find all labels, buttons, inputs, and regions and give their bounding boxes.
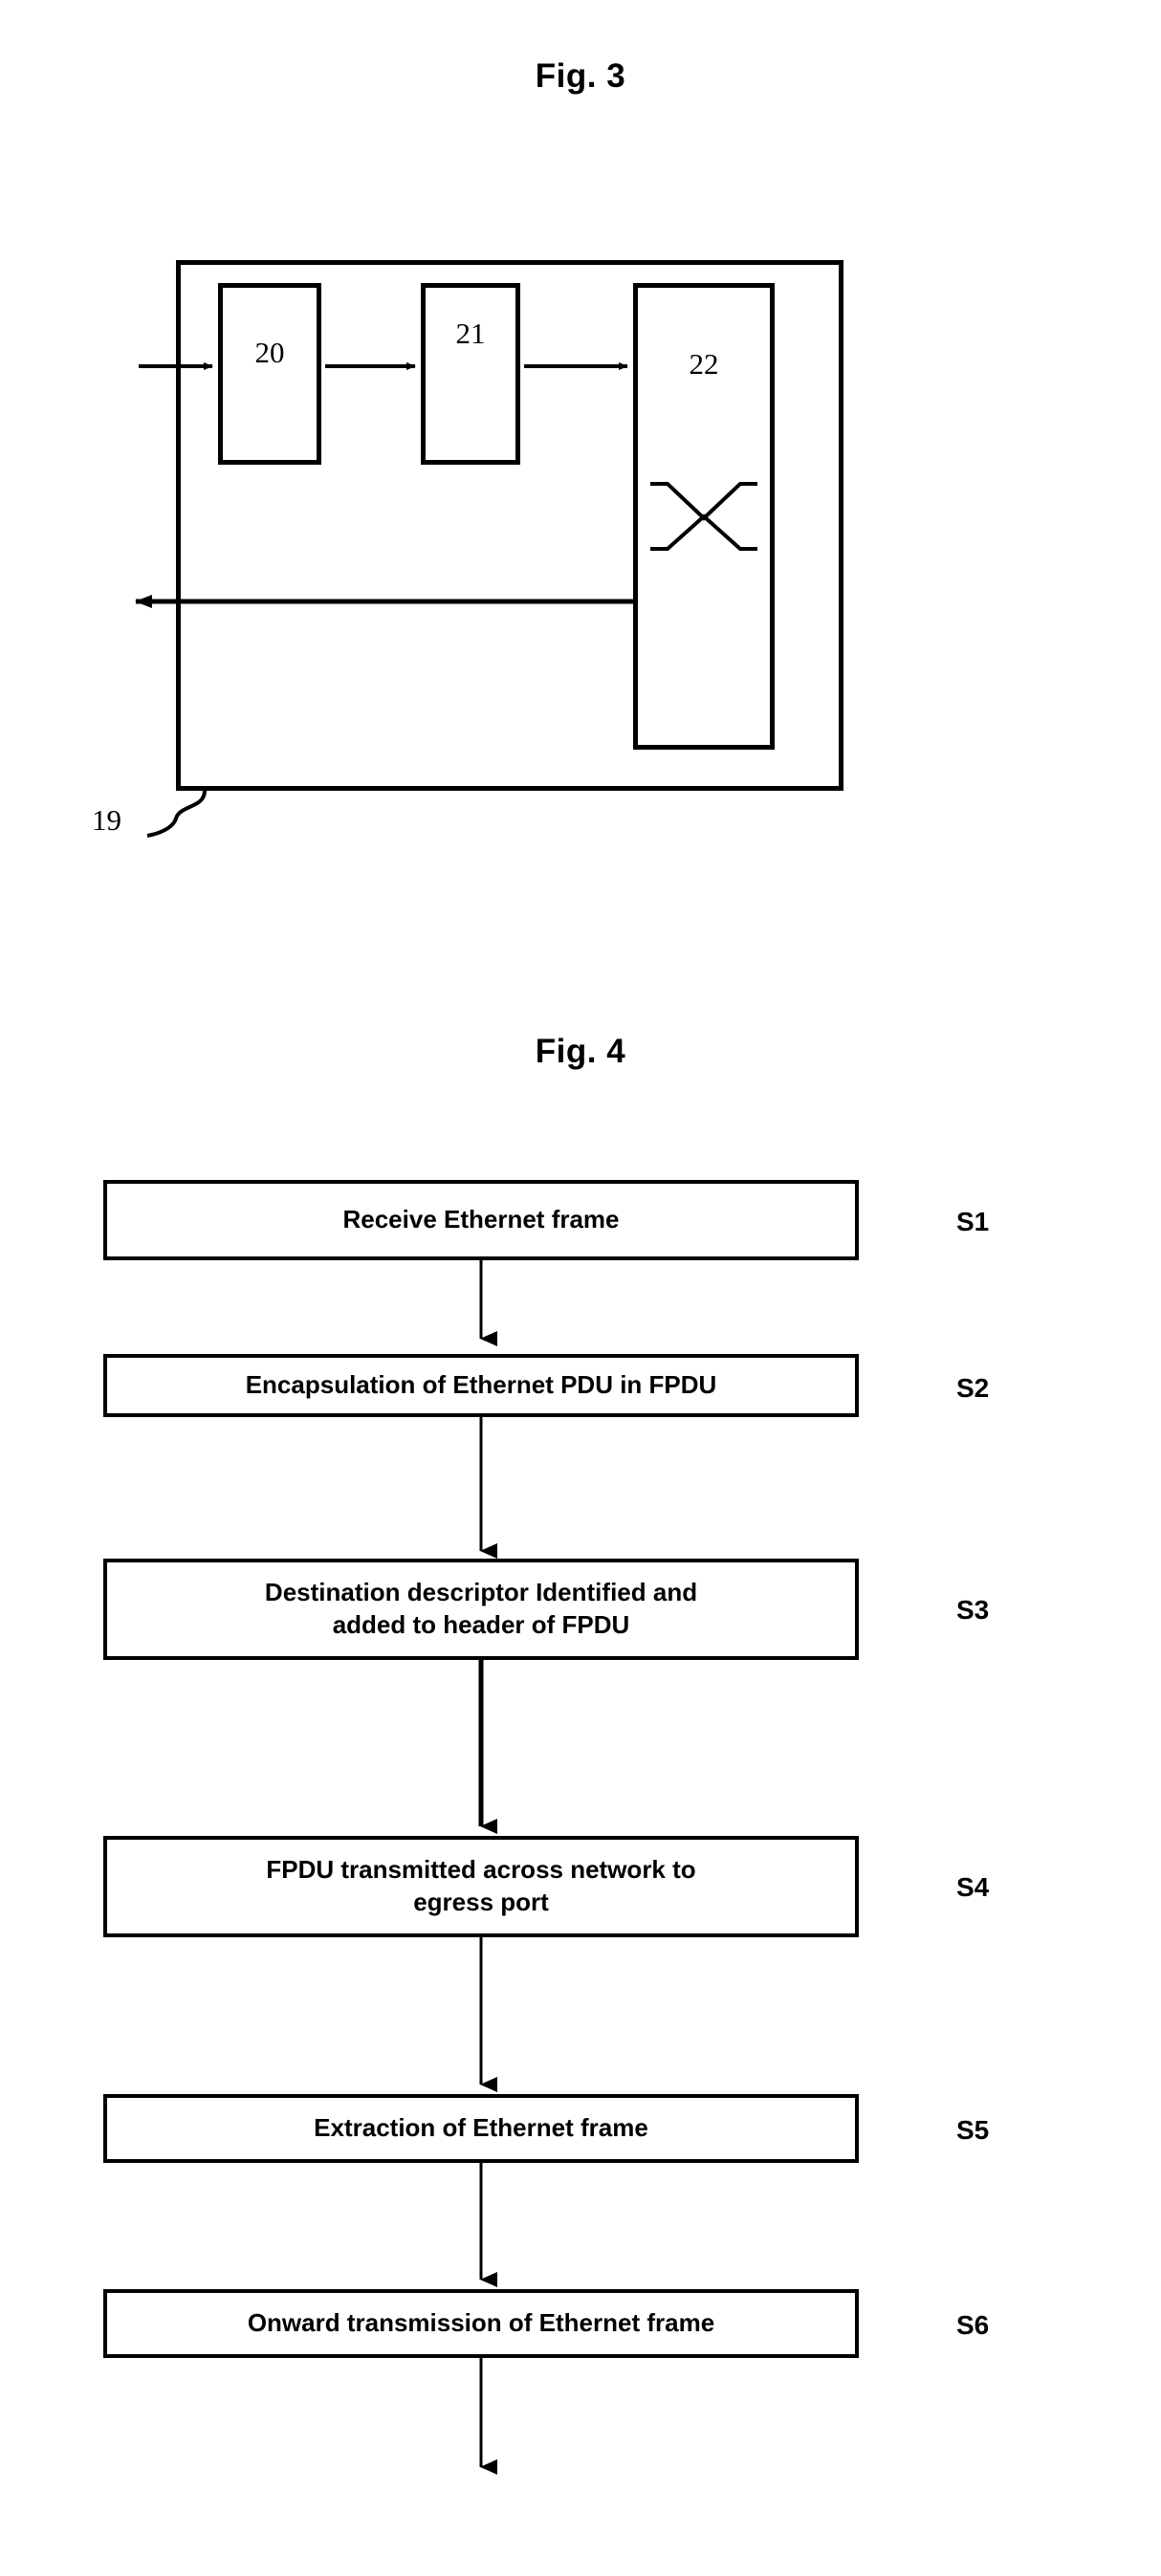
figure-4-step-label-s1: S1 xyxy=(956,1207,990,1236)
figure-4-step-box-s3: Destination descriptor Identified and ad… xyxy=(103,1559,859,1660)
figure-4-step-text-s1: Receive Ethernet frame xyxy=(342,1205,620,1234)
figure-4-step-text-s6: Onward transmission of Ethernet frame xyxy=(247,2308,715,2338)
figure-4-step-box-s1: Receive Ethernet frame xyxy=(103,1180,859,1260)
figure-4-step-box-s6: Onward transmission of Ethernet frame xyxy=(103,2289,859,2358)
figure-4-connectors xyxy=(478,1260,497,2475)
figure-4-step-text-s4: FPDU transmitted across network to egres… xyxy=(266,1855,696,1916)
figure-4-step-text-s3: Destination descriptor Identified and ad… xyxy=(264,1578,698,1639)
figure-4-step-box-s5: Extraction of Ethernet frame xyxy=(103,2094,859,2163)
figure-4-title: Fig. 4 xyxy=(535,1033,626,1070)
figure-4-step-label-s3: S3 xyxy=(956,1595,990,1625)
figure-4-step-text-s5: Extraction of Ethernet frame xyxy=(314,2113,648,2143)
figure-4-step-label-s2: S2 xyxy=(956,1373,990,1403)
figure-4-step-text-s2: Encapsulation of Ethernet PDU in FPDU xyxy=(245,1370,717,1400)
figure-4-step-label-s5: S5 xyxy=(956,2115,990,2145)
figure-4-step-label-s6: S6 xyxy=(956,2310,990,2340)
figure-4-step-box-s2: Encapsulation of Ethernet PDU in FPDU xyxy=(103,1354,859,1417)
figure-4-step-label-s4: S4 xyxy=(956,1872,990,1902)
patent-drawing-sheet: Fig. 3 20 21 22 19 Fig. 4 Receive Ethern… xyxy=(0,0,1161,2576)
figure-4-step-box-s4: FPDU transmitted across network to egres… xyxy=(103,1836,859,1937)
figure-4: Fig. 4 Receive Ethernet frame S1 Encapsu… xyxy=(0,0,1161,2576)
